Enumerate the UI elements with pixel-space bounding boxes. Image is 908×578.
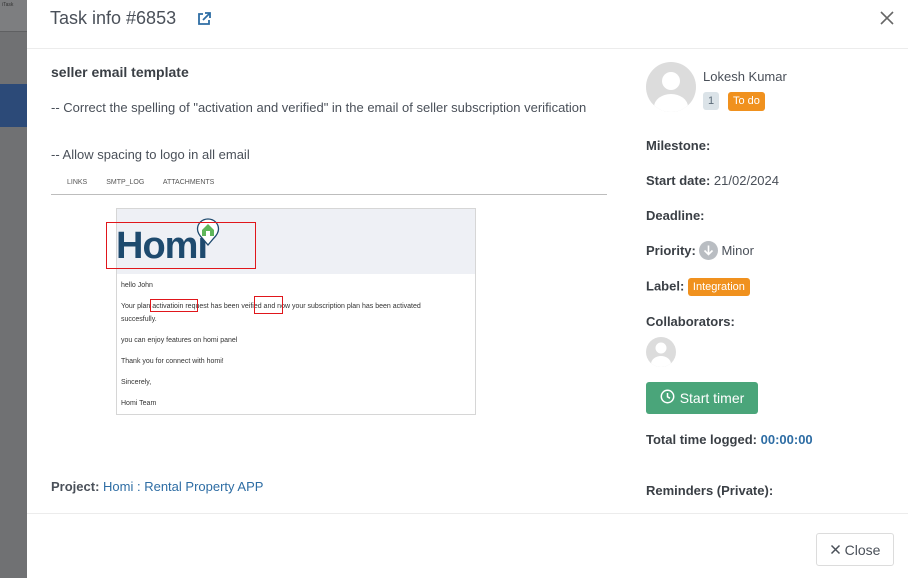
backdrop-header: iTask xyxy=(0,0,27,32)
milestone-field: Milestone: xyxy=(646,138,710,153)
reminders-label: Reminders (Private): xyxy=(646,483,774,498)
task-title: seller email template xyxy=(51,64,189,80)
project-row: Project: Homi : Rental Property APP xyxy=(51,479,263,494)
close-icon[interactable] xyxy=(878,9,896,27)
project-link[interactable]: Homi : Rental Property APP xyxy=(103,479,263,494)
start-date-label: Start date: xyxy=(646,173,711,188)
highlight-box xyxy=(254,296,283,314)
email-text: hello John xyxy=(121,282,153,289)
task-description-line: -- Correct the spelling of "activation a… xyxy=(51,100,587,115)
assignee-avatar[interactable] xyxy=(646,62,696,112)
priority-value: Minor xyxy=(721,242,754,258)
clock-icon xyxy=(660,389,675,407)
count-badge: 1 xyxy=(703,92,720,110)
screenshot-divider xyxy=(51,194,607,195)
total-time-value: 00:00:00 xyxy=(760,432,813,447)
assignee-name[interactable]: Lokesh Kumar xyxy=(703,69,787,84)
task-description-line: -- Allow spacing to logo in all email xyxy=(51,147,250,162)
screenshot-tab: SMTP_LOG xyxy=(106,179,145,186)
label-badge[interactable]: Integration xyxy=(687,278,750,296)
external-link-icon[interactable] xyxy=(196,11,212,27)
start-date-value: 21/02/2024 xyxy=(713,173,779,188)
deadline-field: Deadline: xyxy=(646,208,705,223)
screenshot-tabs: LINKS SMTP_LOG ATTACHMENTS xyxy=(67,179,231,186)
highlight-box xyxy=(150,299,198,312)
project-label: Project: xyxy=(51,479,100,494)
modal-header: Task info #6853 xyxy=(27,0,908,49)
highlight-box xyxy=(106,222,256,269)
priority-field: Priority: Minor xyxy=(646,241,754,261)
status-badge[interactable]: To do xyxy=(728,92,765,111)
email-text: Homi Team xyxy=(121,400,157,407)
screenshot-tab: ATTACHMENTS xyxy=(162,179,215,186)
deadline-label: Deadline: xyxy=(646,208,705,223)
label-field: Label: Integration xyxy=(646,278,750,296)
start-timer-button[interactable]: Start timer xyxy=(646,382,758,414)
email-header: Homi xyxy=(106,209,475,274)
email-text: succesfully. xyxy=(121,316,157,323)
email-text: Thank you for connect with homi! xyxy=(121,358,224,365)
backdrop-active-item xyxy=(0,84,27,127)
collaborators-label: Collaborators: xyxy=(646,314,735,329)
email-preview: Homi hello John Your plan activatioin re… xyxy=(106,208,476,415)
start-date-field: Start date: 21/02/2024 xyxy=(646,173,779,188)
task-info-modal: Task info #6853 seller email template --… xyxy=(27,0,908,578)
screenshot-tab: LINKS xyxy=(67,179,88,186)
backdrop-text: iTask xyxy=(2,2,14,8)
modal-title: Task info #6853 xyxy=(50,8,177,28)
close-button[interactable]: Close xyxy=(816,533,894,566)
modal-backdrop[interactable]: iTask xyxy=(0,0,27,578)
milestone-label: Milestone: xyxy=(646,138,711,153)
label-label: Label: xyxy=(646,278,685,294)
start-timer-label: Start timer xyxy=(679,390,745,406)
email-text: you can enjoy features on homi panel xyxy=(121,337,238,344)
collaborators-field: Collaborators: xyxy=(646,314,735,329)
total-time-label: Total time logged: xyxy=(646,432,757,447)
total-time-field: Total time logged: 00:00:00 xyxy=(646,432,813,447)
email-text: Sincerely, xyxy=(121,379,152,386)
collaborator-avatar[interactable] xyxy=(646,337,676,367)
close-icon xyxy=(830,542,841,558)
modal-footer: Close xyxy=(27,513,908,578)
arrow-down-circle-icon xyxy=(699,241,719,260)
reminders-field: Reminders (Private): xyxy=(646,483,773,498)
close-button-label: Close xyxy=(844,541,881,558)
priority-label: Priority: xyxy=(646,242,696,258)
attachment-screenshot[interactable]: LINKS SMTP_LOG ATTACHMENTS Homi hello Jo… xyxy=(51,175,607,421)
